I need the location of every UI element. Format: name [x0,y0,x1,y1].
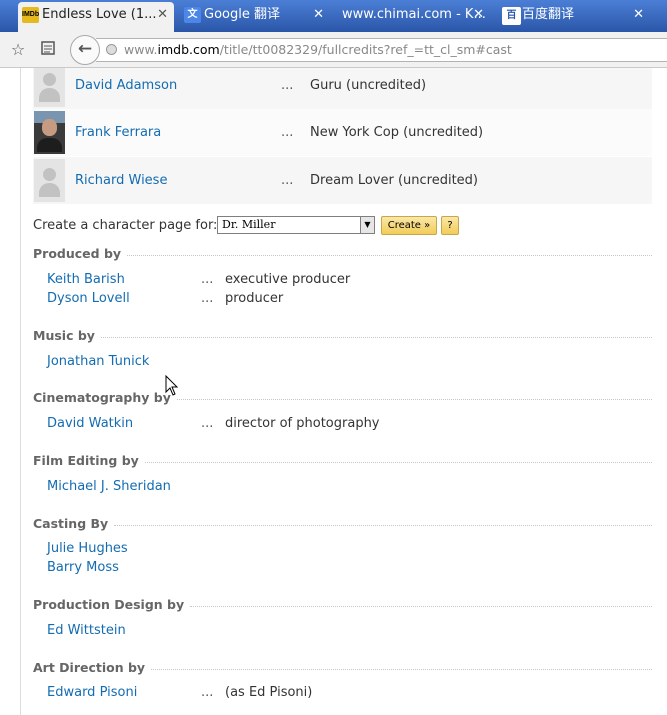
imdb-favicon-icon: IMDb [22,7,39,23]
reading-list-icon[interactable] [38,40,58,60]
tab-label: 百度翻译 [522,7,575,22]
crew-dots: ... [201,272,214,287]
cast-character: Guru (uncredited) [310,78,427,93]
baidu-favicon-icon: 百 [502,7,521,25]
cast-name-link[interactable]: Richard Wiese [75,157,167,204]
globe-icon [106,44,117,55]
divider [176,398,652,400]
no-photo-avatar[interactable] [34,68,65,107]
section-heading-casting: Casting By [33,516,652,532]
crew-name-link[interactable]: David Watkin [47,414,133,433]
section-heading-production-design: Production Design by [33,597,652,613]
tab-baidu-translate[interactable]: 百 百度翻译 ✕ [498,2,650,30]
tab-endless-love[interactable]: IMDb Endless Love (1... ✕ [18,2,174,32]
tab-label: Endless Love (1... [42,7,157,22]
section-heading-editing: Film Editing by [33,453,652,469]
cast-character: Dream Lover (uncredited) [310,173,479,188]
section-heading-produced: Produced by [33,246,652,262]
mouse-cursor-icon [165,375,179,396]
cast-dots: ... [281,173,294,188]
page-content: David Adamson ... Guru (uncredited) Fran… [20,68,667,715]
crew-name-link[interactable]: Ed Wittstein [47,621,126,640]
crew-name-link[interactable]: Keith Barish [47,270,125,289]
url-host: imdb.com [157,42,220,57]
crew-dots: ... [201,416,214,431]
url-prefix: www. [124,42,158,57]
character-select-value: Dr. Miller [222,218,276,231]
crew-name-link[interactable]: Dyson Lovell [47,289,130,308]
divider [100,336,652,338]
no-photo-avatar[interactable] [34,159,65,202]
tab-google-translate[interactable]: 文 Google 翻译 ✕ [180,2,330,30]
cast-name-link[interactable]: Frank Ferrara [75,109,161,156]
character-select[interactable]: Dr. Miller ▼ [217,216,375,234]
help-button[interactable]: ? [441,216,459,235]
crew-credit: producer [225,291,284,306]
tab-label: Google 翻译 [204,7,280,22]
cast-name-link[interactable]: David Adamson [75,68,177,109]
cast-row: David Adamson ... Guru (uncredited) [33,68,652,109]
back-button[interactable]: ← [70,35,100,65]
crew-credit: executive producer [225,272,351,287]
section-heading-cinematography: Cinematography by [33,390,652,406]
divider [144,461,652,463]
crew-name-link[interactable]: Michael J. Sheridan [47,477,171,496]
divider [127,254,652,256]
back-arrow-icon: ← [77,39,93,59]
crew-name-link[interactable]: Jonathan Tunick [47,352,149,371]
section-title: Music by [33,328,95,343]
section-heading-art-direction: Art Direction by [33,660,652,676]
section-title: Cinematography by [33,390,171,405]
section-title: Produced by [33,246,122,261]
cast-row: Frank Ferrara ... New York Cop (uncredit… [33,109,652,156]
create-button[interactable]: Create » [381,216,437,235]
divider [151,668,652,670]
tab-strip: IMDb Endless Love (1... ✕ 文 Google 翻译 ✕ … [0,0,667,32]
url-path: /title/tt0082329/fullcredits?ref_=tt_cl_… [219,42,512,57]
tab-label: www.chimai.com - K... [342,7,486,22]
address-bar[interactable]: www.imdb.com/title/tt0082329/fullcredits… [96,38,667,62]
crew-name-link[interactable]: Julie Hughes [47,539,128,558]
section-title: Film Editing by [33,453,139,468]
close-tab-icon[interactable]: ✕ [157,2,168,28]
close-tab-icon[interactable]: ✕ [473,2,484,28]
section-title: Casting By [33,516,109,531]
close-tab-icon[interactable]: ✕ [633,2,644,28]
create-character-label: Create a character page for: [33,218,218,233]
cast-row: Richard Wiese ... Dream Lover (uncredite… [33,157,652,204]
cast-dots: ... [281,78,294,93]
browser-toolbar: ☆ www.imdb.com/title/tt0082329/fullcredi… [0,32,667,68]
crew-name-link[interactable]: Barry Moss [47,558,119,577]
cast-dots: ... [281,125,294,140]
tab-chimai[interactable]: www.chimai.com - K... ✕ [318,2,490,30]
crew-credit: (as Ed Pisoni) [225,685,313,700]
section-title: Art Direction by [33,660,146,675]
cast-character: New York Cop (uncredited) [310,125,484,140]
crew-name-link[interactable]: Edward Pisoni [47,683,137,702]
crew-credit: director of photography [225,416,380,431]
crew-dots: ... [201,291,214,306]
google-translate-favicon-icon: 文 [184,7,201,23]
section-title: Production Design by [33,597,185,612]
star-icon[interactable]: ☆ [8,40,28,60]
divider [114,524,652,526]
section-heading-music: Music by [33,328,652,344]
dropdown-arrow-icon[interactable]: ▼ [360,217,374,233]
actor-photo-avatar[interactable] [34,111,65,154]
crew-dots: ... [201,685,214,700]
divider [190,605,652,607]
